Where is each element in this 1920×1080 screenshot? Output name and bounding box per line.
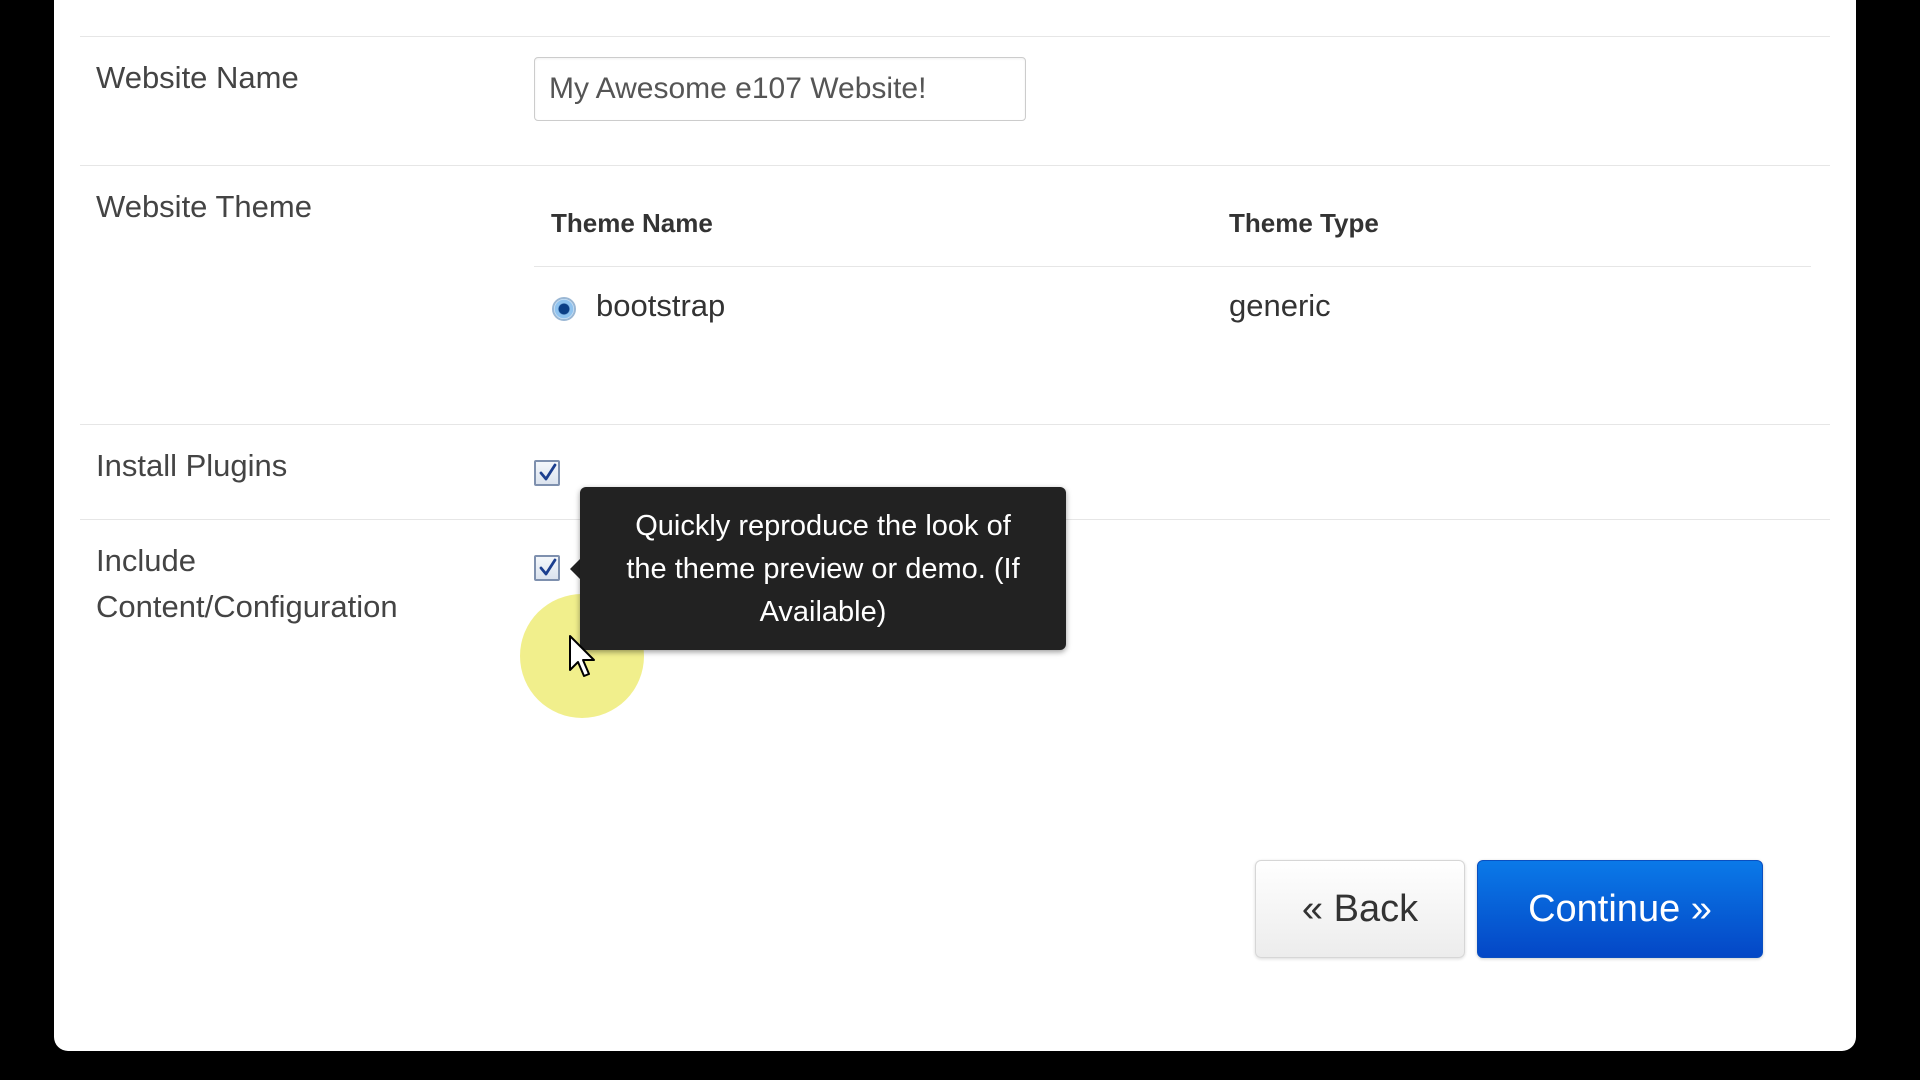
- install-plugins-label: Install Plugins: [96, 448, 288, 483]
- continue-button[interactable]: Continue »: [1477, 860, 1763, 958]
- tooltip-arrow: [570, 559, 580, 579]
- website-name-label: Website Name: [96, 60, 299, 95]
- row-divider: [80, 36, 1830, 37]
- row-divider: [80, 424, 1830, 425]
- theme-radio-bootstrap[interactable]: [552, 297, 576, 321]
- theme-name-column-header: Theme Name: [551, 208, 713, 238]
- theme-type-column-header: Theme Type: [1229, 208, 1379, 238]
- include-content-checkbox[interactable]: [534, 555, 560, 581]
- theme-table-divider: [534, 266, 1811, 267]
- website-theme-label: Website Theme: [96, 189, 312, 224]
- theme-type-cell: generic: [1229, 288, 1331, 323]
- install-plugins-checkbox[interactable]: [534, 460, 560, 486]
- mouse-cursor-icon: [569, 635, 595, 677]
- include-content-tooltip: Quickly reproduce the look of the theme …: [580, 487, 1066, 650]
- theme-name-cell: bootstrap: [596, 288, 726, 323]
- row-divider: [80, 165, 1830, 166]
- tooltip-line: Quickly reproduce the look of: [635, 510, 1011, 542]
- back-button[interactable]: « Back: [1255, 860, 1465, 958]
- tooltip-line: the theme preview or demo. (If: [626, 553, 1020, 585]
- include-content-label-line2: Content/Configuration: [96, 589, 398, 624]
- website-name-input[interactable]: [534, 57, 1026, 121]
- checkmark-icon: [539, 463, 557, 481]
- include-content-label-line1: Include: [96, 543, 196, 578]
- tooltip-line: Available): [759, 596, 887, 628]
- checkmark-icon: [539, 558, 557, 576]
